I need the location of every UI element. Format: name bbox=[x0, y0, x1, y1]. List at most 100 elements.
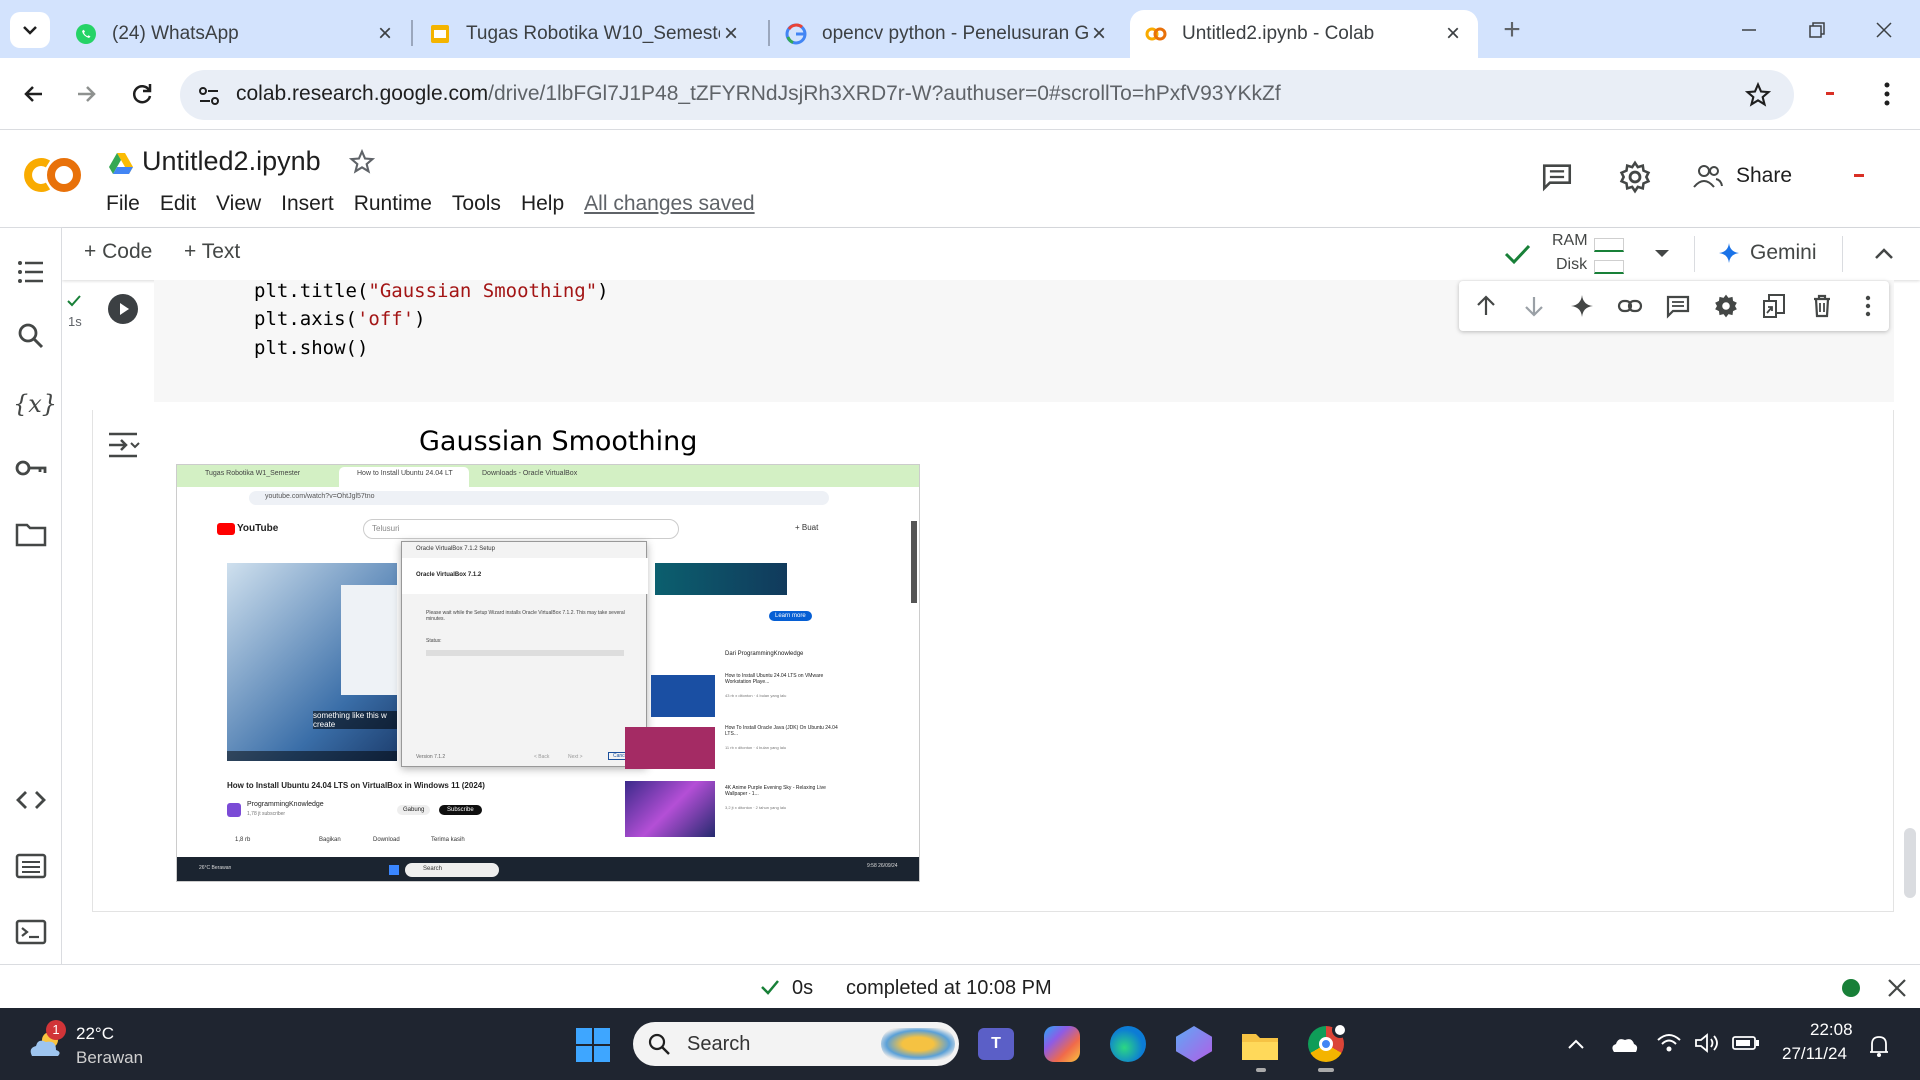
url-text[interactable]: colab.research.google.com/drive/1lbFGl7J… bbox=[236, 82, 1281, 106]
table-of-contents-icon[interactable] bbox=[13, 254, 49, 290]
arrow-up-icon[interactable] bbox=[1473, 293, 1499, 319]
delete-icon[interactable] bbox=[1809, 293, 1835, 319]
onedrive-icon[interactable] bbox=[1610, 1034, 1638, 1054]
arrow-down-icon[interactable] bbox=[1521, 293, 1547, 319]
gemini-label: Gemini bbox=[1750, 241, 1817, 264]
settings-gear-icon[interactable] bbox=[1713, 293, 1739, 319]
notebook-title[interactable]: Untitled2.ipynb bbox=[142, 146, 321, 177]
cell-toolbar bbox=[1459, 281, 1889, 331]
video-actions: 1,8 rb Bagikan Download Terima kasih bbox=[235, 837, 465, 843]
plot-title: Gaussian Smoothing bbox=[419, 426, 698, 457]
close-icon[interactable]: × bbox=[720, 22, 742, 46]
new-tab-button[interactable]: + bbox=[1496, 14, 1528, 46]
tab-tugas-robotika[interactable]: Tugas Robotika W10_Semester × bbox=[414, 10, 756, 58]
link-icon[interactable] bbox=[1617, 293, 1643, 319]
address-bar[interactable]: colab.research.google.com/drive/1lbFGl7J… bbox=[180, 70, 1794, 120]
menu-runtime[interactable]: Runtime bbox=[354, 192, 432, 216]
caret-down-icon[interactable] bbox=[1652, 244, 1672, 264]
save-status[interactable]: All changes saved bbox=[584, 192, 754, 216]
wifi-icon[interactable] bbox=[1656, 1032, 1682, 1054]
close-icon[interactable] bbox=[1886, 977, 1908, 999]
more-vert-icon[interactable] bbox=[1855, 293, 1881, 319]
battery-icon[interactable] bbox=[1732, 1034, 1760, 1052]
gemini-button[interactable]: Gemini bbox=[1718, 238, 1817, 268]
tab-search-button[interactable] bbox=[10, 12, 50, 48]
colab-logo-icon bbox=[24, 158, 81, 192]
windows-start-icon[interactable] bbox=[576, 1028, 610, 1062]
windows-taskbar: 1 22°C Berawan Search T 22:08 27/11/24 bbox=[0, 1008, 1920, 1080]
url-path: /drive/1lbFGl7J1P48_tZFYRNdJsjRh3XRD7r-W… bbox=[488, 82, 1281, 105]
chevron-up-icon[interactable] bbox=[1566, 1034, 1586, 1054]
teams-icon[interactable]: T bbox=[978, 1028, 1014, 1060]
execution-time: 1s bbox=[68, 314, 82, 329]
menu-view[interactable]: View bbox=[216, 192, 261, 216]
menu-insert[interactable]: Insert bbox=[281, 192, 334, 216]
file-explorer-icon[interactable] bbox=[1240, 1028, 1280, 1062]
minimize-button[interactable] bbox=[1732, 14, 1764, 46]
close-icon[interactable]: × bbox=[374, 22, 396, 46]
colab-logo[interactable] bbox=[20, 150, 84, 200]
extension-indicator[interactable] bbox=[1826, 92, 1834, 95]
channel-avatar bbox=[227, 803, 241, 817]
sparkle-icon[interactable] bbox=[1569, 293, 1595, 319]
inner-tab-2: How to Install Ubuntu 24.04 LT bbox=[357, 470, 453, 477]
folder-icon[interactable] bbox=[13, 516, 49, 552]
add-code-button[interactable]: + Code bbox=[84, 240, 152, 264]
mirror-cell-icon[interactable] bbox=[1761, 293, 1787, 319]
edge-icon[interactable] bbox=[1110, 1026, 1146, 1062]
search-icon[interactable] bbox=[13, 318, 49, 354]
star-icon[interactable] bbox=[1744, 81, 1772, 109]
notification-bell-icon[interactable] bbox=[1868, 1034, 1890, 1058]
close-icon[interactable]: × bbox=[1442, 22, 1464, 46]
run-cell-button[interactable] bbox=[108, 294, 138, 324]
page-scrollbar[interactable] bbox=[1904, 828, 1916, 898]
temperature: 22°C bbox=[76, 1024, 114, 1043]
browser-menu-button[interactable] bbox=[1872, 76, 1902, 112]
back-button[interactable] bbox=[16, 76, 52, 112]
output-actions-icon[interactable] bbox=[107, 430, 141, 460]
taskbar-search[interactable]: Search bbox=[633, 1022, 959, 1066]
menu-edit[interactable]: Edit bbox=[160, 192, 196, 216]
channel-name: ProgrammingKnowledge bbox=[247, 801, 324, 808]
weather-widget[interactable]: 1 22°C Berawan bbox=[26, 1020, 156, 1070]
code-snippets-icon[interactable] bbox=[13, 782, 49, 818]
comment-icon[interactable] bbox=[1665, 293, 1691, 319]
comment-icon[interactable] bbox=[1540, 160, 1574, 194]
terminal-icon[interactable] bbox=[13, 914, 49, 950]
completed-status: completed at 10:08 PM bbox=[846, 977, 1052, 999]
close-window-button[interactable] bbox=[1868, 14, 1900, 46]
reload-icon bbox=[132, 84, 152, 104]
volume-icon[interactable] bbox=[1694, 1032, 1722, 1054]
video-controls bbox=[227, 751, 397, 761]
add-text-button[interactable]: + Text bbox=[184, 240, 240, 264]
taskbar-search-placeholder: Search bbox=[687, 1033, 751, 1055]
variables-icon[interactable]: {x} bbox=[13, 386, 57, 422]
video-caption: something like this w create bbox=[313, 711, 397, 729]
account-avatar[interactable] bbox=[1854, 174, 1864, 177]
reload-button[interactable] bbox=[124, 76, 160, 112]
menu-file[interactable]: File bbox=[106, 192, 140, 216]
forward-button[interactable] bbox=[68, 76, 104, 112]
site-info-icon[interactable] bbox=[196, 83, 222, 109]
menu-help[interactable]: Help bbox=[521, 192, 564, 216]
clock-date[interactable]: 27/11/24 bbox=[1782, 1044, 1847, 1064]
close-icon[interactable]: × bbox=[1088, 22, 1110, 46]
copilot-icon[interactable] bbox=[1044, 1026, 1080, 1062]
tab-opencv-search[interactable]: opencv python - Penelusuran G × bbox=[770, 10, 1124, 58]
restore-button[interactable] bbox=[1800, 14, 1832, 46]
menu-tools[interactable]: Tools bbox=[452, 192, 501, 216]
copilot-app-icon[interactable] bbox=[1176, 1026, 1212, 1062]
clock-time[interactable]: 22:08 bbox=[1810, 1020, 1853, 1040]
settings-gear-icon[interactable] bbox=[1618, 160, 1652, 194]
search-icon bbox=[648, 1033, 670, 1055]
key-icon[interactable] bbox=[13, 450, 49, 486]
inner-url: youtube.com/watch?v=OhtJgl57tno bbox=[265, 493, 375, 500]
star-icon[interactable] bbox=[348, 148, 376, 176]
chevron-up-icon[interactable] bbox=[1870, 242, 1898, 266]
tab-whatsapp[interactable]: (24) WhatsApp × bbox=[60, 10, 410, 58]
share-button[interactable]: Share bbox=[1692, 156, 1792, 196]
google-drive-icon[interactable] bbox=[108, 152, 134, 176]
inner-tab-strip: Tugas Robotika W1_Semester How to Instal… bbox=[177, 465, 919, 487]
tab-colab[interactable]: Untitled2.ipynb - Colab × bbox=[1130, 10, 1478, 58]
command-palette-icon[interactable] bbox=[13, 848, 49, 884]
